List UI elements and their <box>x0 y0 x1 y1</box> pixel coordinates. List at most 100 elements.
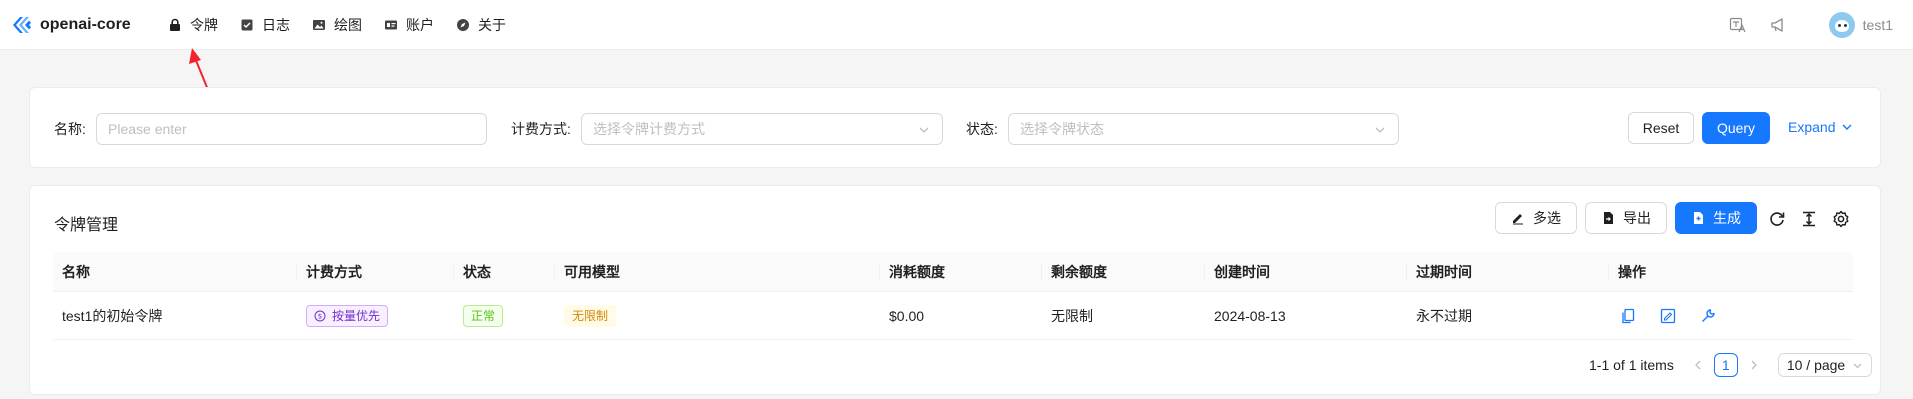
lock-icon <box>170 18 180 31</box>
nav-item-tokens[interactable]: 令牌 <box>156 0 229 50</box>
expand-button[interactable]: Expand <box>1788 119 1853 135</box>
billing-tag: $ 按量优先 <box>306 304 389 327</box>
table-header: 名称 计费方式 状态 可用模型 消耗额度 剩余额度 创建时间 过期时间 操作 <box>53 252 1853 292</box>
generate-button[interactable]: 生成 <box>1675 202 1757 234</box>
expiry-date: 永不过期 <box>1416 307 1472 324</box>
query-button[interactable]: Query <box>1702 112 1770 144</box>
expand-label: Expand <box>1788 119 1836 135</box>
compass-icon <box>457 18 469 31</box>
next-page-button[interactable] <box>1742 353 1766 377</box>
column-height-icon[interactable] <box>1800 210 1818 228</box>
column-header-consumed: 消耗额度 <box>889 263 945 280</box>
column-header-actions: 操作 <box>1618 263 1646 280</box>
column-divider <box>1406 264 1407 280</box>
billing-placeholder: 选择令牌计费方式 <box>593 121 705 137</box>
pagination: 1-1 of 1 items 1 10 / page <box>1589 353 1873 377</box>
billing-label: 计费方式: <box>511 121 571 137</box>
table-row: test1的初始令牌 $ 按量优先 正常 无限制 $0.00 无限制 2024-… <box>53 292 1853 340</box>
chevron-down-icon <box>1375 127 1385 133</box>
column-header-status: 状态 <box>463 263 491 280</box>
nav-item-account[interactable]: 账户 <box>373 0 445 50</box>
column-header-remaining: 剩余额度 <box>1051 263 1107 280</box>
chevron-down-icon <box>1842 124 1852 130</box>
name-label: 名称: <box>54 121 86 137</box>
status-cell: 正常 <box>463 292 504 339</box>
file-add-icon <box>1694 212 1703 224</box>
column-header-created: 创建时间 <box>1214 263 1270 280</box>
chevron-down-icon <box>1853 363 1862 369</box>
page-size-value: 10 / page <box>1786 357 1846 373</box>
avatar[interactable] <box>1828 12 1855 38</box>
brand[interactable]: openai-core <box>10 13 142 37</box>
column-header-models: 可用模型 <box>564 263 620 280</box>
header-actions: test1 <box>1729 0 1893 50</box>
consumed-amount: $0.00 <box>889 307 925 324</box>
models-cell: 无限制 <box>564 292 617 339</box>
column-divider <box>453 264 454 280</box>
nav-item-about[interactable]: 关于 <box>445 0 517 50</box>
top-navigation-bar: openai-core 令牌 日志 绘图 账户 关于 test1 <box>0 0 1913 50</box>
nav-item-label: 账户 <box>406 16 434 33</box>
status-select[interactable]: 选择令牌状态 <box>1008 113 1399 145</box>
page-number[interactable]: 1 <box>1713 353 1738 377</box>
nav-item-logs[interactable]: 日志 <box>229 0 301 50</box>
export-button[interactable]: 导出 <box>1585 202 1667 234</box>
main-nav: 令牌 日志 绘图 账户 关于 <box>156 0 517 50</box>
image-icon <box>313 19 325 30</box>
column-divider <box>554 264 555 280</box>
status-placeholder: 选择令牌状态 <box>1020 121 1104 137</box>
checkbox-icon <box>241 19 253 30</box>
id-card-icon <box>385 20 397 29</box>
chevron-left-icon <box>1694 360 1701 370</box>
svg-text:$: $ <box>318 312 322 320</box>
previous-page-button[interactable] <box>1686 353 1710 377</box>
brand-name: openai-core <box>40 15 131 33</box>
search-form: 名称: Please enter 计费方式: 选择令牌计费方式 状态: 选择令牌… <box>29 87 1881 168</box>
name-placeholder: Please enter <box>108 121 187 137</box>
multi-select-button[interactable]: 多选 <box>1495 202 1577 234</box>
status-badge: 正常 <box>463 304 504 327</box>
reset-button[interactable]: Reset <box>1628 112 1694 144</box>
nav-item-label: 绘图 <box>334 16 362 33</box>
billing-select[interactable]: 选择令牌计费方式 <box>581 113 943 145</box>
page-size-select[interactable]: 10 / page <box>1777 353 1873 377</box>
status-label: 状态: <box>966 121 998 137</box>
token-table: 名称 计费方式 状态 可用模型 消耗额度 剩余额度 创建时间 过期时间 操作 t… <box>53 252 1853 340</box>
column-header-billing: 计费方式 <box>306 263 362 280</box>
name-input[interactable]: Please enter <box>96 113 487 145</box>
username[interactable]: test1 <box>1863 17 1893 33</box>
token-table-card: 令牌管理 多选 导出 生成 名称 计费方式 状态 可用模型 消耗额度 剩余额度 … <box>29 185 1881 395</box>
row-actions <box>1620 292 1740 339</box>
column-divider <box>879 264 880 280</box>
column-divider <box>1608 264 1609 280</box>
models-tag: 无限制 <box>564 304 617 327</box>
card-title: 令牌管理 <box>54 217 119 234</box>
column-divider <box>1204 264 1205 280</box>
pagination-summary: 1-1 of 1 items <box>1589 357 1674 373</box>
multi-select-label: 多选 <box>1533 210 1561 226</box>
notification-icon[interactable] <box>1769 16 1787 34</box>
chevron-down-icon <box>919 127 929 133</box>
nav-item-drawing[interactable]: 绘图 <box>301 0 373 50</box>
nav-item-label: 关于 <box>478 16 506 33</box>
billing-tag-label: 按量优先 <box>332 309 381 323</box>
setting-icon[interactable] <box>1832 210 1850 228</box>
tool-icon[interactable] <box>1700 308 1716 324</box>
billing-cell: $ 按量优先 <box>306 292 389 339</box>
column-header-name: 名称 <box>62 263 90 280</box>
token-name: test1的初始令牌 <box>62 307 163 324</box>
column-header-expires: 过期时间 <box>1416 263 1472 280</box>
export-label: 导出 <box>1623 210 1651 226</box>
translate-icon[interactable] <box>1729 16 1747 34</box>
chevron-right-icon <box>1751 360 1757 370</box>
copy-icon[interactable] <box>1620 308 1636 324</box>
nav-item-label: 日志 <box>262 16 290 33</box>
nav-item-label: 令牌 <box>190 16 218 33</box>
remaining-amount: 无限制 <box>1051 307 1093 324</box>
export-file-icon <box>1604 212 1613 224</box>
dollar-circle-icon: $ <box>314 310 326 321</box>
column-divider <box>296 264 297 280</box>
created-date: 2024-08-13 <box>1214 307 1286 324</box>
reload-icon[interactable] <box>1768 210 1786 228</box>
edit-icon[interactable] <box>1660 308 1676 324</box>
